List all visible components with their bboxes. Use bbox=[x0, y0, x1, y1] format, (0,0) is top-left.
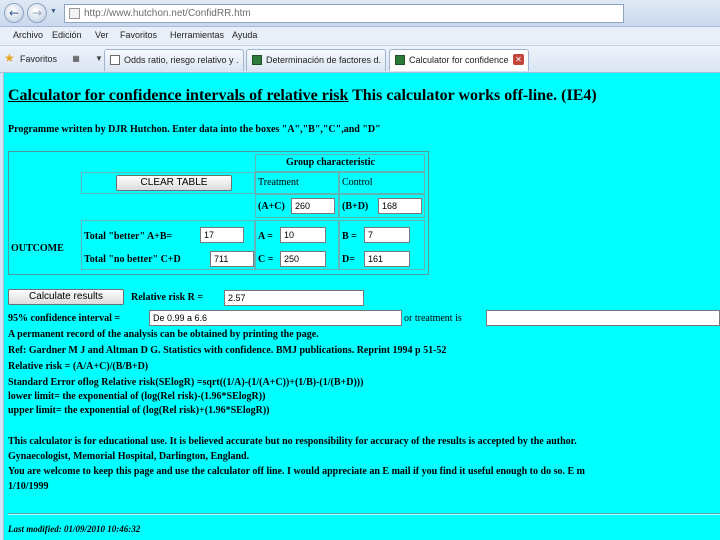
back-arrow-icon[interactable]: ← bbox=[4, 3, 24, 23]
formula-line: upper limit= the exponential of (log(Rel… bbox=[8, 405, 270, 416]
group-header-cell: Group characteristic bbox=[255, 154, 425, 172]
formula-line: Relative risk = (A/A+C)/(B/B+D) bbox=[8, 361, 149, 372]
bd-cell: (B+D) 168 bbox=[339, 194, 425, 218]
text-line: A permanent record of the analysis can b… bbox=[8, 329, 319, 340]
control-header: Control bbox=[342, 177, 373, 188]
tab-odds-ratio[interactable]: Odds ratio, riesgo relativo y ... bbox=[104, 49, 244, 71]
ac-cell: (A+C) 260 bbox=[255, 194, 339, 218]
formula-line: Standard Error oflog Relative risk(SElog… bbox=[8, 377, 364, 388]
favorites-star-icon[interactable]: ★ bbox=[4, 51, 15, 65]
clear-cell: CLEAR TABLE bbox=[81, 172, 255, 194]
menu-ayuda[interactable]: Ayuda bbox=[232, 30, 257, 40]
relative-risk-label: Relative risk R = bbox=[131, 292, 204, 303]
page-left-edge bbox=[0, 73, 4, 540]
treatment-values-cell: A = 10 C = 250 bbox=[255, 220, 339, 270]
ac-total-field[interactable]: 260 bbox=[291, 198, 335, 214]
forward-arrow-icon[interactable]: → bbox=[27, 3, 47, 23]
tab-calculator[interactable]: Calculator for confidence ... ✕ bbox=[389, 49, 529, 71]
page-icon bbox=[69, 8, 80, 19]
b-field[interactable]: 7 bbox=[364, 227, 410, 243]
favorites-bar: ★ Favoritos ▦ ▼ Odds ratio, riesgo relat… bbox=[0, 46, 720, 73]
outcome-label: OUTCOME bbox=[11, 243, 64, 254]
menu-archivo[interactable]: Archivo bbox=[13, 30, 43, 40]
menu-ver[interactable]: Ver bbox=[95, 30, 109, 40]
bd-total-field[interactable]: 168 bbox=[378, 198, 422, 214]
menu-herramientas[interactable]: Herramientas bbox=[170, 30, 224, 40]
clear-table-button[interactable]: CLEAR TABLE bbox=[116, 175, 232, 191]
tab-label: Determinación de factores d... bbox=[266, 55, 381, 65]
last-modified: Last modified: 01/09/2010 10:46:32 bbox=[8, 524, 141, 534]
page-title-link: Calculator for confidence intervals of r… bbox=[8, 87, 349, 104]
page-content: Calculator for confidence intervals of r… bbox=[0, 73, 720, 540]
horizontal-rule bbox=[8, 513, 720, 515]
menu-favoritos[interactable]: Favoritos bbox=[120, 30, 157, 40]
favorites-label[interactable]: Favoritos bbox=[20, 54, 57, 64]
b-label: B = bbox=[342, 231, 357, 242]
document-icon bbox=[110, 55, 120, 65]
c-field[interactable]: 250 bbox=[280, 251, 326, 267]
tab-determinacion[interactable]: Determinación de factores d... bbox=[246, 49, 386, 71]
control-header-cell: Control bbox=[339, 172, 425, 194]
total-better-field[interactable]: 17 bbox=[200, 227, 244, 243]
url-text: http://www.hutchon.net/ConfidRR.htm bbox=[84, 8, 251, 19]
c-label: C = bbox=[258, 254, 274, 265]
disclaimer-line: This calculator is for educational use. … bbox=[8, 436, 577, 447]
bd-label: (B+D) bbox=[342, 201, 369, 212]
total-no-better-label: Total "no better" C+D bbox=[84, 254, 181, 265]
treatment-header: Treatment bbox=[258, 177, 299, 188]
outcome-totals-cell: Total "better" A+B= 17 Total "no better"… bbox=[81, 220, 255, 270]
d-field[interactable]: 161 bbox=[364, 251, 410, 267]
byline: Programme written by DJR Hutchon. Enter … bbox=[8, 124, 381, 135]
formula-line: lower limit= the exponential of (log(Rel… bbox=[8, 391, 266, 402]
close-tab-icon[interactable]: ✕ bbox=[513, 54, 524, 65]
relative-risk-field[interactable]: 2.57 bbox=[224, 290, 364, 306]
a-field[interactable]: 10 bbox=[280, 227, 326, 243]
page-title: Calculator for confidence intervals of r… bbox=[8, 87, 597, 105]
tab-label: Odds ratio, riesgo relativo y ... bbox=[124, 55, 239, 65]
tab-label: Calculator for confidence ... bbox=[409, 55, 511, 65]
confidence-interval-field[interactable]: De 0.99 a 6.6 bbox=[149, 310, 402, 326]
a-label: A = bbox=[258, 231, 273, 242]
menu-bar: Archivo Edición Ver Favoritos Herramient… bbox=[0, 27, 720, 46]
ac-label: (A+C) bbox=[258, 201, 285, 212]
control-values-cell: B = 7 D= 161 bbox=[339, 220, 425, 270]
url-field[interactable]: http://www.hutchon.net/ConfidRR.htm bbox=[64, 4, 624, 23]
disclaimer-line: You are welcome to keep this page and us… bbox=[8, 466, 585, 477]
document-icon bbox=[252, 55, 262, 65]
menu-edicion[interactable]: Edición bbox=[52, 30, 82, 40]
confidence-interval-label: 95% confidence interval = bbox=[8, 313, 121, 324]
total-better-label: Total "better" A+B= bbox=[84, 231, 173, 242]
calculate-results-button[interactable]: Calculate results bbox=[8, 289, 124, 305]
or-treatment-field[interactable] bbox=[486, 310, 720, 326]
or-treatment-label: or treatment is bbox=[404, 313, 462, 324]
history-dropdown-icon[interactable]: ▼ bbox=[50, 8, 58, 15]
treatment-header-cell: Treatment bbox=[255, 172, 339, 194]
group-characteristic-label: Group characteristic bbox=[286, 157, 375, 168]
disclaimer-line: Gynaecologist, Memorial Hospital, Darlin… bbox=[8, 451, 250, 462]
total-no-better-field[interactable]: 711 bbox=[210, 251, 254, 267]
document-icon bbox=[395, 55, 405, 65]
date-line: 1/10/1999 bbox=[8, 481, 49, 492]
data-entry-table: Group characteristic CLEAR TABLE Treatme… bbox=[8, 151, 429, 275]
address-bar: ← → ▼ http://www.hutchon.net/ConfidRR.ht… bbox=[0, 0, 720, 27]
d-label: D= bbox=[342, 254, 355, 265]
page-title-rest: This calculator works off-line. (IE4) bbox=[348, 87, 597, 104]
reference-line: Ref: Gardner M J and Altman D G. Statist… bbox=[8, 345, 447, 356]
tab-list-icon[interactable]: ▦ bbox=[70, 52, 82, 66]
